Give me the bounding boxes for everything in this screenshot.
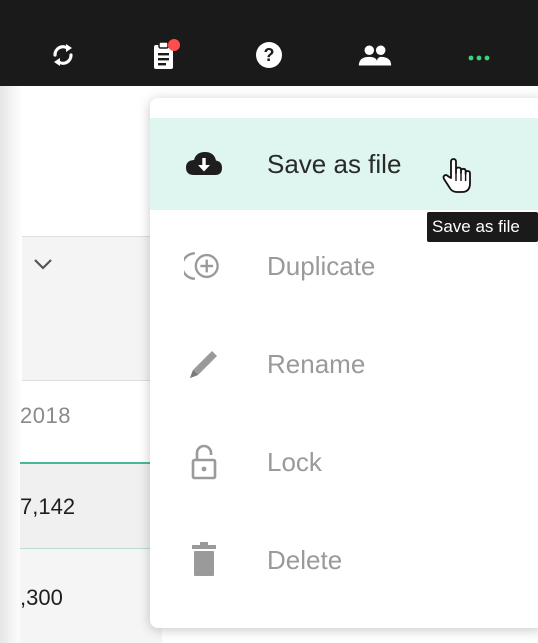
menu-item-label: Rename [267,349,366,379]
notifications-button[interactable] [146,36,184,74]
menu-item-label: Lock [267,447,322,477]
grid-header-area [22,86,162,236]
svg-text:?: ? [264,45,275,65]
hand-cursor-icon [442,158,471,193]
sync-icon [53,44,73,66]
table-cell-value: 7,142 [20,494,76,519]
cloud-download-icon [184,144,224,184]
notification-dot [168,39,180,51]
clipboard-notification-icon [154,39,180,69]
filter-dropdown-toggle[interactable] [32,257,54,276]
menu-item-rename[interactable]: Rename [150,318,538,410]
left-panel-edge [0,86,22,643]
menu-item-delete[interactable]: Delete [150,514,538,606]
more-icon [468,55,490,61]
lock-open-icon [184,442,224,482]
menu-item-label: Delete [267,545,343,575]
top-toolbar: ? [0,0,538,86]
help-icon: ? [256,42,282,68]
trash-icon [184,540,224,580]
table-cell-value: ,300 [20,585,63,610]
mouse-pointer [441,157,473,200]
duplicate-icon [184,246,224,286]
menu-item-save-as-file[interactable]: Save as file [150,118,538,210]
menu-item-label: Save as file [267,149,402,179]
more-options-menu: Save as file Duplicate Rename Lock Delet… [150,98,538,628]
chevron-down-icon [34,259,52,270]
pencil-icon [184,344,224,384]
tooltip: Save as file [427,212,538,242]
menu-item-lock[interactable]: Lock [150,416,538,508]
sync-button[interactable] [44,36,82,74]
more-options-button[interactable] [460,36,498,74]
column-header-year: 2018 [20,403,71,428]
users-button[interactable] [356,36,394,74]
help-button[interactable]: ? [250,36,288,74]
users-icon [358,45,392,66]
menu-item-label: Duplicate [267,251,376,281]
